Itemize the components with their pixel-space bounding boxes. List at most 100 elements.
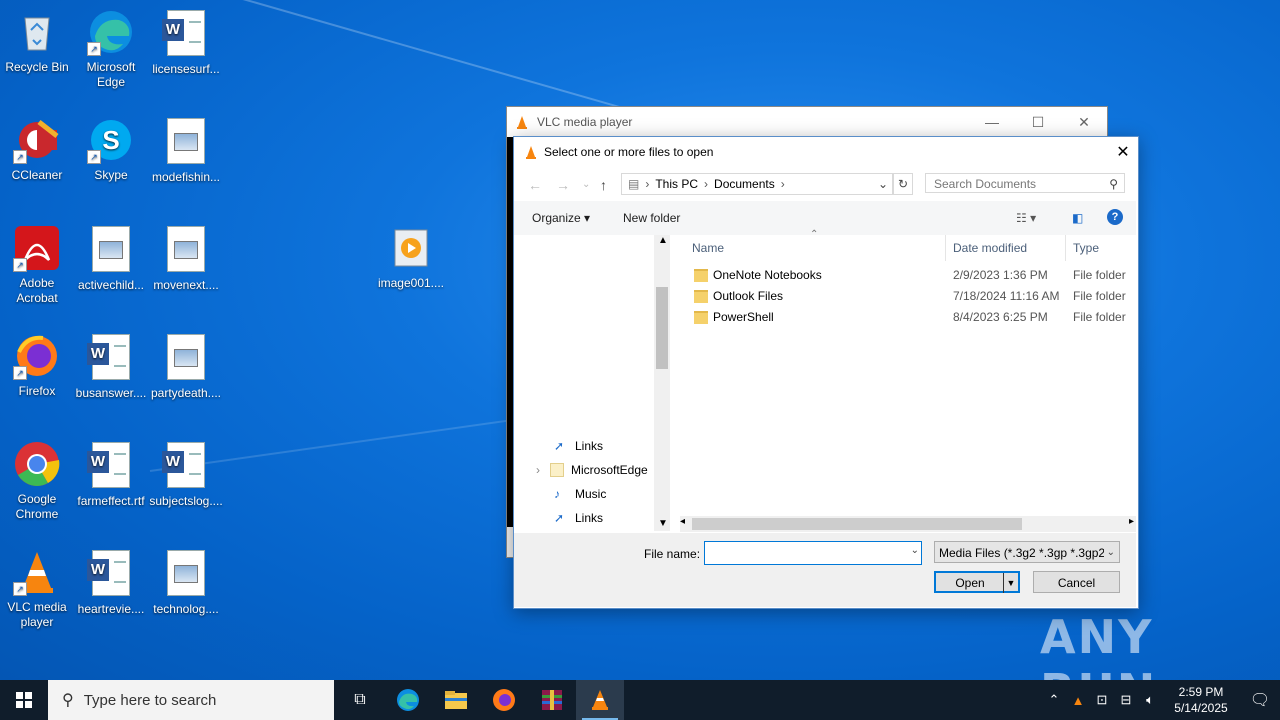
network-icon[interactable]: ⊟ xyxy=(1114,692,1138,708)
desktop-icon-chrome[interactable]: Google Chrome xyxy=(0,440,74,522)
scroll-left-icon[interactable]: ◂ xyxy=(680,516,685,527)
tree-item-links[interactable]: ➚ Links xyxy=(554,439,603,453)
taskbar-file-explorer[interactable] xyxy=(432,680,480,720)
desktop-icon-subjectslog[interactable]: W subjectslog.... xyxy=(149,440,223,509)
links-icon: ➚ xyxy=(554,511,565,525)
desktop-icon-partydeath[interactable]: partydeath.... xyxy=(149,332,223,401)
file-type: File folder xyxy=(1073,310,1126,324)
breadcrumb-documents[interactable]: Documents xyxy=(714,177,775,191)
desktop-icon-image001[interactable]: image001.... xyxy=(374,224,448,291)
show-hidden-icons-chevron-icon[interactable]: ⌃ xyxy=(1042,692,1066,708)
desktop-icon-acrobat[interactable]: ↗ Adobe Acrobat xyxy=(0,224,74,306)
column-header-type[interactable]: Type xyxy=(1073,235,1099,261)
column-header-date[interactable]: Date modified xyxy=(953,235,1027,261)
taskbar-vlc[interactable] xyxy=(576,680,624,720)
cancel-button[interactable]: Cancel xyxy=(1033,571,1120,593)
open-file-dialog[interactable]: Select one or more files to open ✕ ← → ⌄… xyxy=(513,136,1139,609)
desktop-icon-farmeffect[interactable]: W farmeffect.rtf xyxy=(74,440,148,509)
sort-ascending-icon: ⌃ xyxy=(810,229,819,240)
clock[interactable]: 2:59 PM 5/14/2025 xyxy=(1162,684,1240,716)
system-tray: ⌃ ▲ ⊡ ⊟ 🔈︎ 2:59 PM 5/14/2025 🗨︎ xyxy=(1042,680,1280,720)
desktop-icon-recycle-bin[interactable]: Recycle Bin xyxy=(0,8,74,75)
search-input[interactable]: Search Documents ⚲ xyxy=(925,173,1125,193)
taskbar-edge[interactable] xyxy=(384,680,432,720)
address-bar[interactable]: ▤ › This PC › Documents › ⌄ xyxy=(621,173,893,195)
tree-item-music[interactable]: ♪ Music xyxy=(554,487,606,501)
preview-pane-icon[interactable]: ◧ xyxy=(1072,211,1083,225)
column-header-name[interactable]: Name xyxy=(692,235,724,261)
maximize-button[interactable]: ☐ xyxy=(1015,114,1061,131)
close-button[interactable]: ✕ xyxy=(1061,114,1107,131)
vlc-tray-icon[interactable]: ▲ xyxy=(1066,693,1090,708)
notification-center-icon[interactable]: 🗨︎ xyxy=(1240,690,1280,710)
tree-item-microsoftedge[interactable]: › MicrosoftEdge xyxy=(536,463,648,477)
minimize-button[interactable]: — xyxy=(969,114,1015,131)
desktop-icon-ccleaner[interactable]: ↗ CCleaner xyxy=(0,116,74,183)
device-icon[interactable]: ⊡ xyxy=(1090,692,1114,708)
scroll-right-icon[interactable]: ▸ xyxy=(1129,516,1134,527)
scrollbar-thumb[interactable] xyxy=(692,518,1022,530)
breadcrumb-this-pc[interactable]: This PC xyxy=(655,177,698,191)
desktop-icon-vlc[interactable]: ↗ VLC media player xyxy=(0,548,74,630)
dialog-close-button[interactable]: ✕ xyxy=(1108,142,1138,162)
taskbar: ⚲ Type here to search ⧉ ⌃ ▲ ⊡ ⊟ 🔈︎ 2:59 … xyxy=(0,680,1280,720)
open-dropdown-icon[interactable]: ▼ xyxy=(1003,573,1018,593)
new-folder-button[interactable]: New folder xyxy=(623,211,680,225)
recent-locations-chevron-icon[interactable]: ⌄ xyxy=(582,179,590,190)
file-list-horizontal-scrollbar[interactable]: ◂ ▸ xyxy=(680,516,1136,532)
chevron-down-icon[interactable]: ⌄ xyxy=(1103,542,1115,562)
desktop-icon-label: activechild... xyxy=(77,278,145,292)
desktop-icon-busanswer[interactable]: W busanswer.... xyxy=(74,332,148,401)
scroll-up-icon[interactable]: ▲ xyxy=(658,235,668,246)
desktop-icon-label: modefishin... xyxy=(151,170,221,184)
desktop-icon-heartrevie[interactable]: W heartrevie.... xyxy=(74,548,148,617)
clock-time: 2:59 PM xyxy=(1178,685,1224,699)
file-list[interactable]: ⌃ Name Date modified Type OneNote Notebo… xyxy=(672,229,1136,531)
desktop-icon-movenext[interactable]: movenext.... xyxy=(149,224,223,293)
address-dropdown-icon[interactable]: ⌄ xyxy=(878,177,888,191)
file-name-input[interactable]: ⌄ xyxy=(704,541,922,565)
taskbar-firefox[interactable] xyxy=(480,680,528,720)
scrollbar-thumb[interactable] xyxy=(656,287,668,369)
column-separator[interactable] xyxy=(1065,235,1066,261)
dialog-footer: File name: ⌄ Media Files (*.3g2 *.3gp *.… xyxy=(514,533,1136,607)
desktop-icon-activechild[interactable]: activechild... xyxy=(74,224,148,293)
help-icon[interactable]: ? xyxy=(1107,209,1123,225)
view-options-icon[interactable]: ☷ ▾ xyxy=(1016,211,1036,225)
desktop-icon-edge[interactable]: ↗ Microsoft Edge xyxy=(74,8,148,90)
chevron-down-icon[interactable]: ⌄ xyxy=(911,545,919,556)
file-type-select[interactable]: Media Files (*.3g2 *.3gp *.3gp2 ⌄ xyxy=(934,541,1120,563)
up-arrow-icon[interactable]: ↑ xyxy=(600,177,607,193)
desktop-icon-modefishin[interactable]: modefishin... xyxy=(149,116,223,185)
file-row[interactable]: OneNote Notebooks 2/9/2023 1:36 PM File … xyxy=(672,265,1136,286)
column-separator[interactable] xyxy=(945,235,946,261)
organize-button[interactable]: Organize ▾ xyxy=(532,211,590,225)
file-row[interactable]: PowerShell 8/4/2023 6:25 PM File folder xyxy=(672,307,1136,328)
desktop-icon-firefox[interactable]: ↗ Firefox xyxy=(0,332,74,399)
volume-icon[interactable]: 🔈︎ xyxy=(1138,692,1162,708)
tree-item-links[interactable]: ➚ Links xyxy=(554,511,603,525)
dialog-titlebar[interactable]: Select one or more files to open ✕ xyxy=(514,137,1138,167)
taskbar-winrar[interactable] xyxy=(528,680,576,720)
navigation-scrollbar[interactable]: ▲ ▼ xyxy=(654,235,670,531)
dialog-title: Select one or more files to open xyxy=(544,145,714,159)
start-button[interactable] xyxy=(0,680,48,720)
scroll-down-icon[interactable]: ▼ xyxy=(658,518,668,529)
back-arrow-icon[interactable]: ← xyxy=(528,177,542,193)
desktop-icon-technolog[interactable]: technolog.... xyxy=(149,548,223,617)
forward-arrow-icon[interactable]: → xyxy=(556,177,570,193)
open-button[interactable]: Open ▼ xyxy=(934,571,1020,593)
navigation-pane[interactable]: ➚ Links › MicrosoftEdge ♪ Music ➚ Links xyxy=(514,235,670,531)
vlc-icon: ↗ xyxy=(13,548,61,596)
expand-chevron-icon[interactable]: › xyxy=(536,463,540,477)
file-name: Outlook Files xyxy=(713,289,784,303)
taskbar-search-box[interactable]: ⚲ Type here to search xyxy=(48,680,334,720)
desktop-icon-label: farmeffect.rtf xyxy=(77,494,145,508)
task-view-button[interactable]: ⧉ xyxy=(336,680,384,720)
desktop-icon-label: Google Chrome xyxy=(15,492,59,521)
desktop-icon-licensesurf[interactable]: W licensesurf... xyxy=(149,8,223,77)
refresh-icon[interactable]: ↻ xyxy=(893,173,913,195)
desktop-icon-skype[interactable]: S ↗ Skype xyxy=(74,116,148,183)
vlc-titlebar[interactable]: VLC media player — ☐ ✕ xyxy=(507,107,1107,137)
file-row[interactable]: Outlook Files 7/18/2024 11:16 AM File fo… xyxy=(672,286,1136,307)
